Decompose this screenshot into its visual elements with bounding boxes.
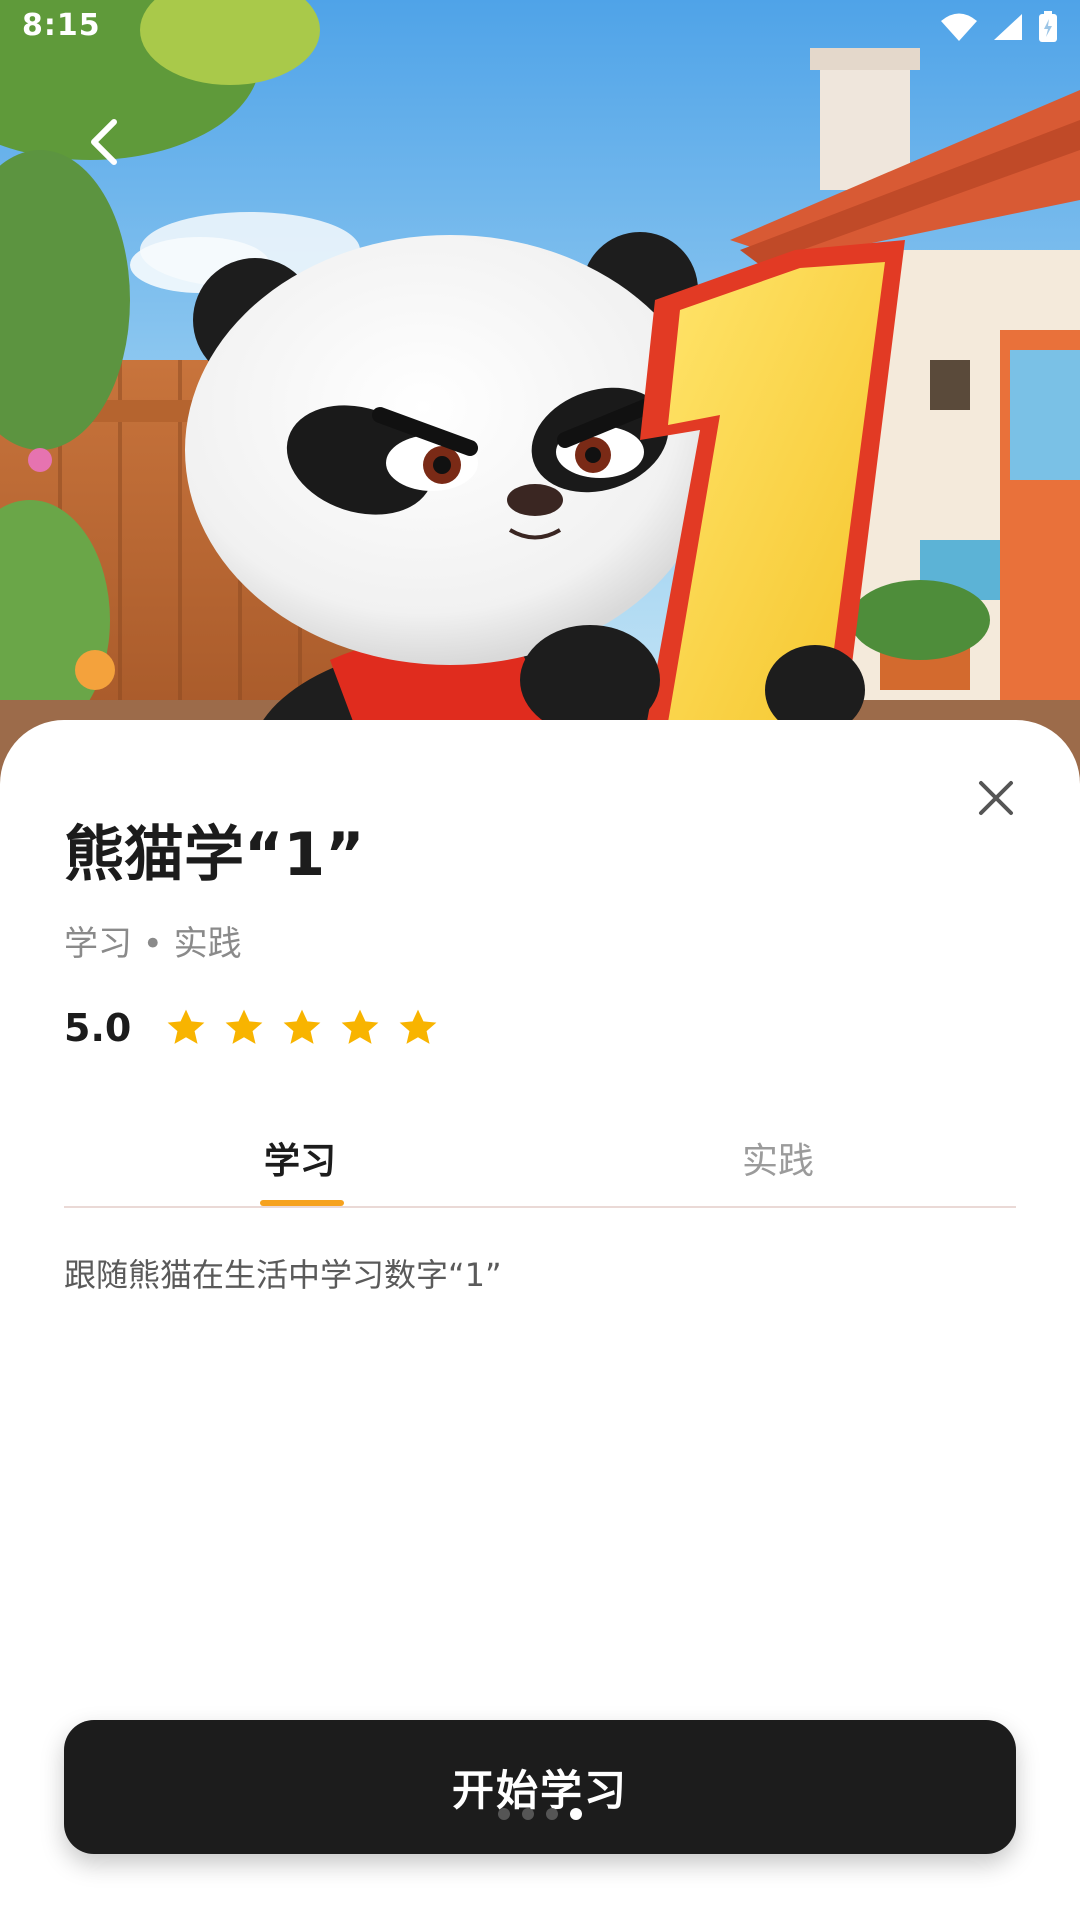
- back-button[interactable]: [72, 110, 136, 174]
- screen: 8:15 熊猫学“1” 学习 • 实践 5.0 学习 实践 跟随熊猫在生活中学习…: [0, 0, 1080, 1920]
- tab-practice-label: 实践: [741, 1141, 814, 1182]
- star-icon: [167, 1009, 205, 1044]
- star-icon: [341, 1009, 379, 1044]
- rating-row: 5.0: [64, 998, 439, 1058]
- page-dot: [522, 1808, 534, 1820]
- back-arrow-icon: [91, 119, 117, 165]
- star-icon: [225, 1009, 263, 1044]
- tab-bar: 学习 实践: [64, 1120, 1016, 1208]
- battery-charging-icon: [1039, 11, 1057, 42]
- lesson-title: 熊猫学“1”: [64, 820, 365, 890]
- star-icon: [399, 1009, 437, 1044]
- lesson-subtitle: 学习 • 实践: [64, 924, 242, 964]
- close-icon: [979, 781, 1013, 815]
- tab-learn[interactable]: 学习: [170, 1120, 430, 1206]
- tab-practice[interactable]: 实践: [648, 1120, 908, 1206]
- start-learning-button[interactable]: 开始学习: [64, 1720, 1016, 1854]
- status-bar: 8:15: [0, 0, 1080, 56]
- page-indicator: [64, 1808, 1016, 1820]
- lesson-description: 跟随熊猫在生活中学习数字“1”: [64, 1256, 502, 1294]
- tab-divider: [64, 1206, 1016, 1208]
- wifi-icon: [941, 13, 977, 41]
- star-icon: [283, 1009, 321, 1044]
- rating-stars: [165, 1007, 439, 1049]
- page-dot-active: [570, 1808, 582, 1820]
- tab-learn-label: 学习: [263, 1141, 336, 1182]
- panda-illustration: [0, 0, 1080, 800]
- status-icons: [940, 10, 1058, 44]
- rating-value: 5.0: [64, 1006, 132, 1050]
- page-dot: [546, 1808, 558, 1820]
- cellular-signal-icon: [994, 14, 1022, 40]
- close-button[interactable]: [966, 768, 1026, 828]
- hero-image: [0, 0, 1080, 800]
- page-dot: [498, 1808, 510, 1820]
- status-time: 8:15: [22, 8, 101, 43]
